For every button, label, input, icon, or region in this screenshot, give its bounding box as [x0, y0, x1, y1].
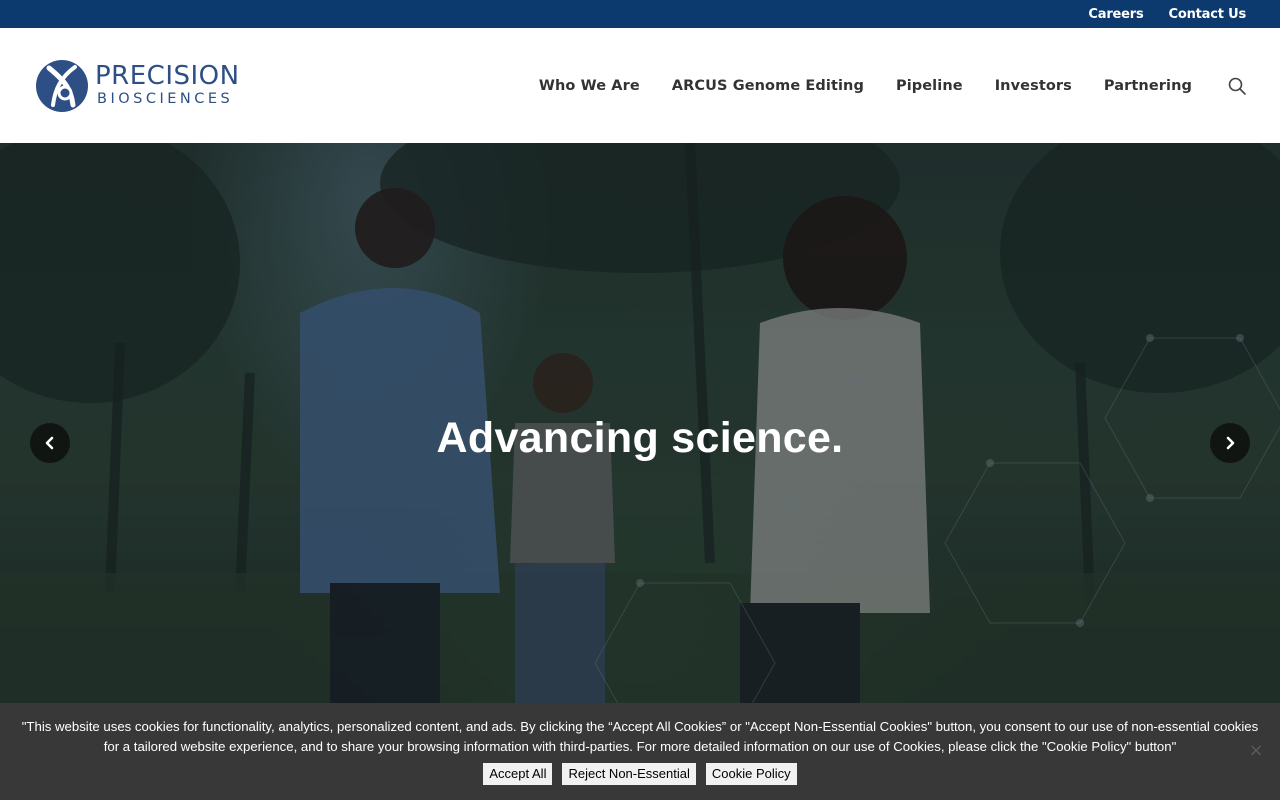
brand-name-line1: PRECISION — [95, 61, 240, 91]
chevron-right-icon — [1226, 436, 1235, 450]
main-nav: Who We Are ARCUS Genome Editing Pipeline… — [507, 28, 1246, 143]
nav-item-arcus-genome-editing[interactable]: ARCUS Genome Editing — [672, 78, 864, 94]
accept-all-button[interactable]: Accept All — [483, 763, 553, 785]
nav-item-who-we-are[interactable]: Who We Are — [539, 78, 640, 94]
brand-logo[interactable]: PRECISION BIOSCIENCES — [35, 59, 255, 115]
slider-prev-button[interactable] — [30, 423, 70, 463]
nav-item-pipeline[interactable]: Pipeline — [896, 78, 963, 94]
contact-us-link[interactable]: Contact Us — [1169, 7, 1247, 22]
dna-logo-icon — [36, 60, 88, 112]
search-icon[interactable] — [1228, 77, 1246, 95]
chevron-left-icon — [45, 436, 54, 450]
nav-item-partnering[interactable]: Partnering — [1104, 78, 1192, 94]
close-icon[interactable]: × — [1248, 742, 1264, 760]
hero-headline: Advancing science. — [436, 414, 844, 462]
cookie-banner: "This website uses cookies for functiona… — [0, 703, 1280, 800]
cookie-actions: Accept All Reject Non-Essential Cookie P… — [0, 763, 1280, 785]
utility-bar: Careers Contact Us — [0, 0, 1280, 28]
reject-non-essential-button[interactable]: Reject Non-Essential — [562, 763, 696, 785]
careers-link[interactable]: Careers — [1088, 7, 1143, 22]
hero-slider: Advancing science. — [0, 143, 1280, 703]
site-header: PRECISION BIOSCIENCES Who We Are ARCUS G… — [0, 28, 1280, 143]
cookie-message: "This website uses cookies for functiona… — [21, 719, 1259, 754]
brand-name-line2: BIOSCIENCES — [97, 91, 234, 107]
nav-item-investors[interactable]: Investors — [995, 78, 1072, 94]
cookie-policy-button[interactable]: Cookie Policy — [705, 763, 797, 785]
slider-next-button[interactable] — [1210, 423, 1250, 463]
